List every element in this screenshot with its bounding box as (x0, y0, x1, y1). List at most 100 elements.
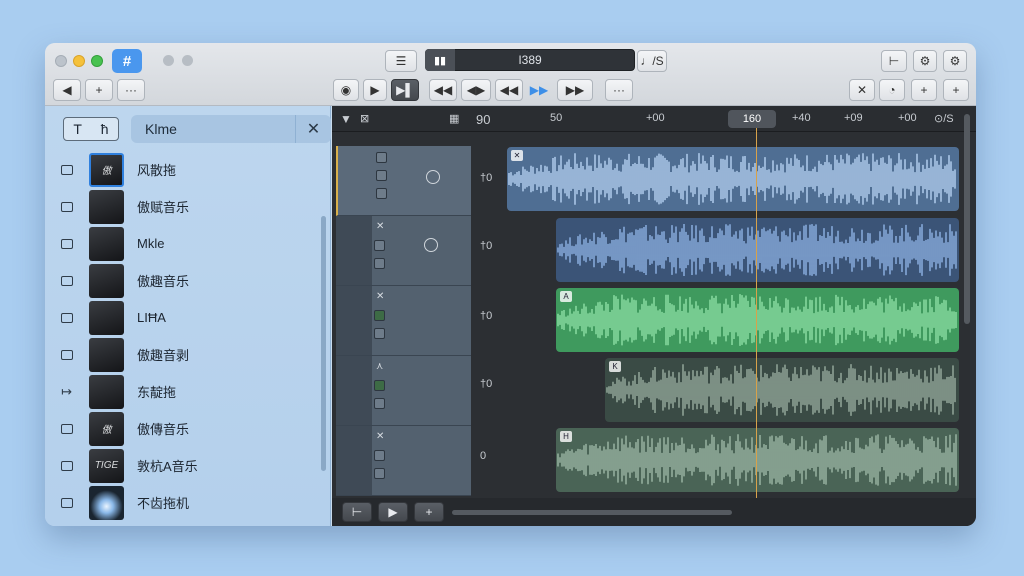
track-header[interactable]: ✕ (336, 426, 471, 496)
pan-knob[interactable] (426, 170, 440, 184)
list-view-button[interactable]: ☰ (385, 50, 417, 72)
split-icon[interactable]: ⊢ (881, 50, 907, 72)
waveform-path (557, 434, 957, 486)
track-volume[interactable]: †0 (480, 378, 492, 390)
list-item[interactable]: 傲趣音剥 (45, 336, 325, 373)
zoom-window-button[interactable] (91, 55, 103, 67)
playhead-position[interactable]: 160 (728, 110, 776, 128)
record-toggle[interactable] (374, 468, 385, 479)
audio-region[interactable]: H (556, 428, 959, 492)
audio-region[interactable]: ✕ (507, 147, 959, 211)
tempo-button[interactable]: ♩/S (637, 50, 667, 72)
plus-icon[interactable]: + (943, 79, 969, 101)
toolbar: # ◀ + ··· ☰ I389 ▮▮ ♩/S ◉ ▶ ▶▌ ◀◀ ◀▶ ◀◀ … (45, 43, 976, 106)
folder-icon (61, 312, 73, 323)
track-volume[interactable]: †0 (480, 172, 492, 184)
pause-button[interactable]: ▶▌ (391, 79, 419, 101)
timeline-ruler[interactable]: ▼ ⊠ ▦ 90 50 +00 +40 +09 +00 ⊙/S (332, 106, 976, 132)
library-toggle-button[interactable]: # (112, 49, 142, 73)
track-volume[interactable]: 0 (480, 450, 486, 462)
close-icon[interactable]: ✕ (376, 431, 384, 442)
settings-icon[interactable]: ⚙ (943, 50, 967, 72)
record-button[interactable]: ◉ (333, 79, 359, 101)
forward-icon[interactable]: ▶▶ (527, 79, 551, 101)
solo-toggle[interactable] (374, 240, 385, 251)
track-header[interactable]: ⋏ (336, 356, 471, 426)
search-input[interactable]: Klme ✕ (131, 115, 331, 143)
thumbnail: 傲 (89, 152, 124, 187)
grid-icon: ▦ (449, 113, 460, 125)
metronome-icon[interactable]: ◔ (879, 79, 905, 101)
back-button[interactable]: ◀ (53, 79, 81, 101)
folder-icon (61, 164, 73, 175)
list-item[interactable]: LIĦA (45, 299, 325, 336)
list-item[interactable]: TIGE 敦杭A音乐 (45, 447, 325, 484)
sidebar-scrollbar[interactable] (321, 216, 326, 471)
vertical-scrollbar[interactable] (964, 114, 970, 324)
text-filter-toggle[interactable]: T ħ (63, 117, 119, 141)
folder-icon (61, 238, 73, 249)
close-icon[interactable]: ✕ (376, 221, 384, 232)
zoom-out-button[interactable]: ⊢ (342, 502, 372, 522)
play-region-button[interactable]: ▶ (378, 502, 408, 522)
list-item[interactable]: 不齿拖机 (45, 484, 325, 521)
thumbnail (89, 189, 124, 224)
skip-back-button[interactable]: ◀◀ (495, 79, 523, 101)
playhead-line[interactable] (756, 128, 757, 498)
record-toggle[interactable] (374, 328, 385, 339)
list-item[interactable]: Mkle (45, 225, 325, 262)
audio-region[interactable]: A (556, 288, 959, 352)
rewind-button[interactable]: ◀◀ (429, 79, 457, 101)
horizontal-scrollbar[interactable] (452, 510, 732, 515)
add-marker-button[interactable]: + (414, 502, 444, 522)
minimize-window-button[interactable] (73, 55, 85, 67)
waveform (557, 224, 957, 276)
fast-forward-button[interactable]: ▶▶ (557, 79, 593, 101)
region-tag-icon: ✕ (511, 150, 523, 161)
region-tag-icon: A (560, 291, 572, 302)
lcd-display[interactable]: I389 (425, 49, 635, 71)
thumbnail (89, 300, 124, 335)
folder-icon (61, 349, 73, 360)
list-item[interactable]: 傲傲傳音乐 (45, 410, 325, 447)
clear-search-button[interactable]: ✕ (295, 115, 331, 143)
pan-knob[interactable] (424, 238, 438, 252)
add-track-icon[interactable]: + (911, 79, 937, 101)
track-header[interactable]: ✕ (336, 286, 471, 356)
thumbnail (89, 374, 124, 409)
gear-icon[interactable]: ⚙ (913, 50, 937, 72)
close-icon[interactable]: ✕ (376, 291, 384, 302)
play-button[interactable]: ▶ (363, 79, 387, 101)
list-item[interactable]: 傲赋音乐 (45, 188, 325, 225)
track-volume[interactable]: †0 (480, 310, 492, 322)
record-toggle[interactable] (376, 188, 387, 199)
toggle-h-label: ħ (100, 121, 109, 137)
list-item[interactable]: 傲风散拖 (45, 151, 325, 188)
solo-toggle[interactable] (374, 450, 385, 461)
mute-toggle[interactable] (376, 152, 387, 163)
ruler-menu-icon[interactable]: ▼ (340, 112, 352, 126)
solo-toggle[interactable] (376, 170, 387, 181)
mute-icon[interactable]: ✕ (849, 79, 875, 101)
track-volume[interactable]: †0 (480, 240, 492, 252)
list-item[interactable]: ↦ 东靛拖 (45, 373, 325, 410)
record-toggle[interactable] (374, 398, 385, 409)
list-item[interactable]: 傲趣音乐 (45, 262, 325, 299)
snap-icon[interactable]: ⊠ (360, 112, 369, 125)
solo-toggle[interactable] (374, 310, 385, 321)
track-header[interactable] (336, 146, 471, 216)
thumbnail (89, 263, 124, 298)
lcd-mode-icon[interactable]: ▮▮ (425, 49, 455, 71)
more-button[interactable]: ··· (117, 79, 145, 101)
solo-toggle[interactable] (374, 380, 385, 391)
close-window-button[interactable] (55, 55, 67, 67)
track-header[interactable]: ✕ (336, 216, 471, 286)
waveform (557, 294, 957, 346)
record-toggle[interactable] (374, 258, 385, 269)
cycle-button[interactable]: ◀▶ (461, 79, 491, 101)
audio-region[interactable]: K (605, 358, 959, 422)
audio-region[interactable] (556, 218, 959, 282)
add-button[interactable]: + (85, 79, 113, 101)
automation-icon[interactable]: ⋏ (376, 361, 383, 372)
transport-more-button[interactable]: ··· (605, 79, 633, 101)
